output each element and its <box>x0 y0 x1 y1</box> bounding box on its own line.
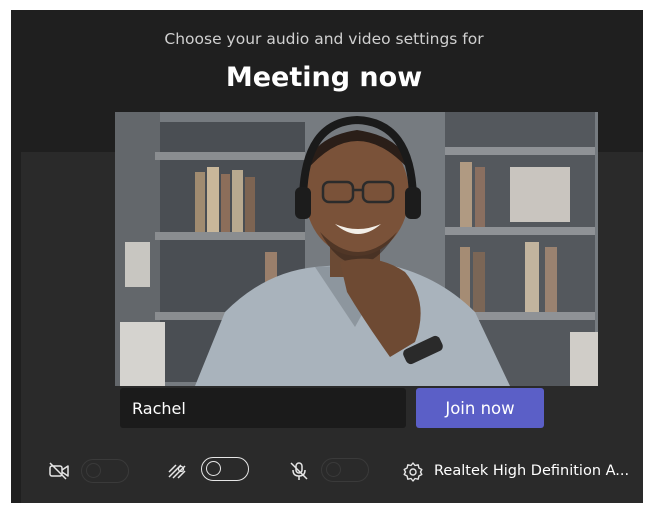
settings-subtitle: Choose your audio and video settings for <box>164 30 484 48</box>
camera-preview-image <box>115 112 598 386</box>
microphone-toggle-knob <box>326 462 341 477</box>
join-now-button[interactable]: Join now <box>416 388 544 428</box>
camera-toggle[interactable] <box>81 459 129 483</box>
camera-preview <box>115 112 598 386</box>
background-blur-toggle[interactable] <box>201 457 249 481</box>
gear-icon[interactable] <box>402 461 424 487</box>
audio-device-selector[interactable]: Realtek High Definition A... <box>434 463 629 479</box>
camera-toggle-knob <box>86 463 101 478</box>
microphone-toggle[interactable] <box>321 458 369 482</box>
camera-off-icon[interactable] <box>48 461 70 485</box>
name-input[interactable]: Rachel <box>120 388 406 428</box>
meeting-title: Meeting now <box>225 62 423 93</box>
background-blur-toggle-knob <box>206 461 221 476</box>
background-blur-icon[interactable] <box>166 461 188 485</box>
mic-off-icon[interactable] <box>288 460 310 486</box>
